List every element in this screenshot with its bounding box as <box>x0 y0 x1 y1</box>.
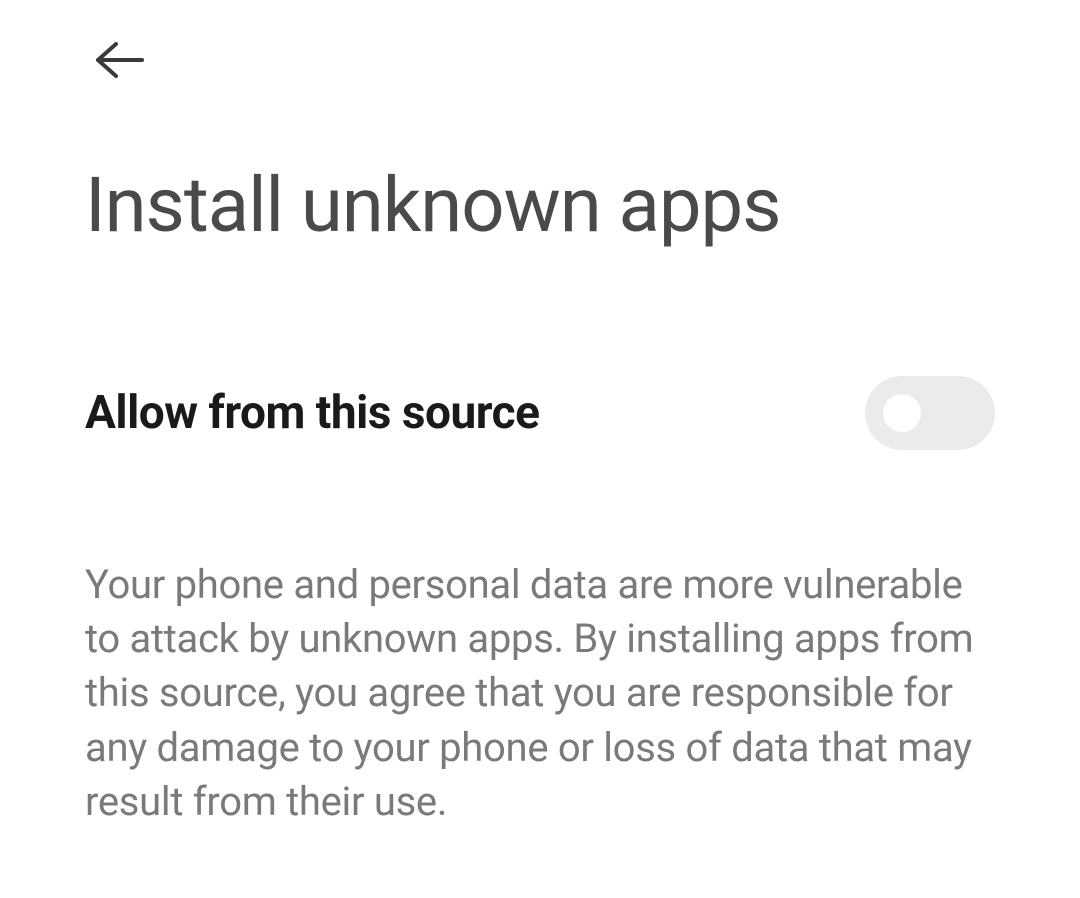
toggle-thumb <box>883 394 921 432</box>
page-title: Install unknown apps <box>85 164 995 248</box>
allow-source-toggle[interactable] <box>865 376 995 450</box>
back-button[interactable] <box>90 30 150 90</box>
allow-source-setting[interactable]: Allow from this source <box>85 376 995 450</box>
allow-source-label: Allow from this source <box>85 386 539 440</box>
back-arrow-icon <box>94 40 146 80</box>
warning-description: Your phone and personal data are more vu… <box>85 558 995 830</box>
